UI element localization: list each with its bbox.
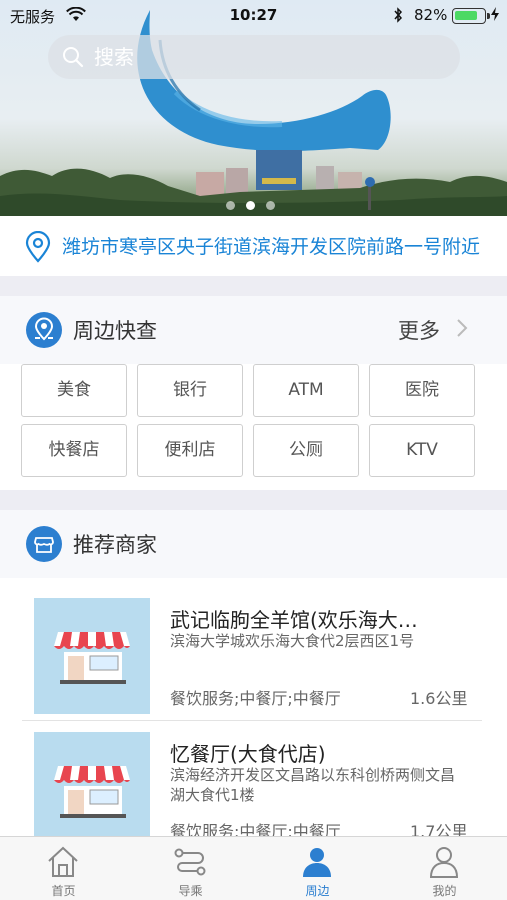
battery-icon bbox=[452, 8, 490, 24]
carousel-dot-active[interactable] bbox=[246, 201, 255, 210]
route-icon bbox=[170, 843, 210, 885]
person-pin-icon bbox=[297, 843, 337, 885]
app-screen: 无服务 10:27 82% 潍坊市寒亭区央子街道滨海开发区院前路一号附近 周边快… bbox=[0, 0, 507, 900]
category-chip-bank[interactable]: 银行 bbox=[137, 364, 243, 417]
merchant-item[interactable]: 武记临朐全羊馆(欢乐海大… 滨海大学城欢乐海大食代2层西区1号 餐饮服务;中餐厅… bbox=[0, 578, 507, 721]
location-pin-icon bbox=[25, 230, 51, 267]
nearby-title: 周边快查 bbox=[73, 319, 157, 343]
charging-icon bbox=[490, 6, 500, 26]
recommend-title: 推荐商家 bbox=[73, 533, 157, 557]
tab-label: 我的 bbox=[432, 884, 457, 898]
merchant-category: 餐饮服务;中餐厅;中餐厅 bbox=[170, 689, 341, 708]
merchant-address: 滨海大学城欢乐海大食代2层西区1号 bbox=[170, 632, 415, 650]
chevron-right-icon[interactable] bbox=[456, 318, 468, 342]
battery-level bbox=[455, 11, 477, 20]
tab-label: 周边 bbox=[305, 884, 330, 898]
tab-profile[interactable]: 我的 bbox=[381, 837, 507, 900]
shop-icon bbox=[26, 526, 62, 562]
current-location-bar[interactable]: 潍坊市寒亭区央子街道滨海开发区院前路一号附近 bbox=[0, 216, 507, 276]
home-icon bbox=[43, 843, 83, 885]
nearby-category-grid: 美食 银行 ATM 医院 快餐店 便利店 公厕 KTV bbox=[0, 364, 507, 490]
bottom-tab-bar: 首页 导乘 周边 我的 bbox=[0, 836, 507, 900]
category-chip-hospital[interactable]: 医院 bbox=[369, 364, 475, 417]
merchant-distance: 1.6公里 bbox=[410, 689, 468, 708]
recommend-section-header: 推荐商家 bbox=[0, 510, 507, 578]
merchant-list: 武记临朐全羊馆(欢乐海大… 滨海大学城欢乐海大食代2层西区1号 餐饮服务;中餐厅… bbox=[0, 578, 507, 848]
store-thumbnail-icon bbox=[34, 732, 150, 848]
merchant-address: 滨海经济开发区文昌路以东科创桥两侧文昌湖大食代1楼 bbox=[170, 766, 456, 804]
category-chip-convenience-store[interactable]: 便利店 bbox=[137, 424, 243, 477]
battery-percent: 82% bbox=[414, 6, 448, 24]
location-address: 潍坊市寒亭区央子街道滨海开发区院前路一号附近 bbox=[62, 236, 481, 258]
merchant-name: 武记临朐全羊馆(欢乐海大… bbox=[170, 608, 418, 632]
search-bar[interactable] bbox=[48, 35, 460, 79]
more-link[interactable]: 更多 bbox=[398, 315, 440, 345]
status-bar: 无服务 10:27 82% bbox=[0, 0, 507, 30]
merchant-name: 忆餐厅(大食代店) bbox=[170, 742, 326, 766]
category-chip-food[interactable]: 美食 bbox=[21, 364, 127, 417]
category-chip-fastfood[interactable]: 快餐店 bbox=[21, 424, 127, 477]
search-icon bbox=[62, 46, 84, 72]
tab-label: 导乘 bbox=[178, 884, 203, 898]
category-chip-toilet[interactable]: 公厕 bbox=[253, 424, 359, 477]
carousel-dot[interactable] bbox=[266, 201, 275, 210]
tab-guide[interactable]: 导乘 bbox=[127, 837, 254, 900]
tab-nearby[interactable]: 周边 bbox=[254, 837, 381, 900]
category-chip-atm[interactable]: ATM bbox=[253, 364, 359, 417]
category-chip-ktv[interactable]: KTV bbox=[369, 424, 475, 477]
carousel-indicator bbox=[226, 195, 286, 214]
carousel-dot[interactable] bbox=[226, 201, 235, 210]
tab-label: 首页 bbox=[51, 884, 76, 898]
store-thumbnail-icon bbox=[34, 598, 150, 714]
nearby-icon bbox=[26, 312, 62, 348]
nearby-section-header: 周边快查 更多 bbox=[0, 296, 507, 364]
tab-home[interactable]: 首页 bbox=[0, 837, 127, 900]
banner-image bbox=[0, 10, 507, 216]
bluetooth-icon bbox=[393, 7, 403, 27]
banner-carousel[interactable] bbox=[0, 0, 507, 216]
profile-icon bbox=[424, 843, 464, 885]
search-input[interactable] bbox=[94, 43, 434, 71]
list-divider bbox=[22, 720, 482, 721]
